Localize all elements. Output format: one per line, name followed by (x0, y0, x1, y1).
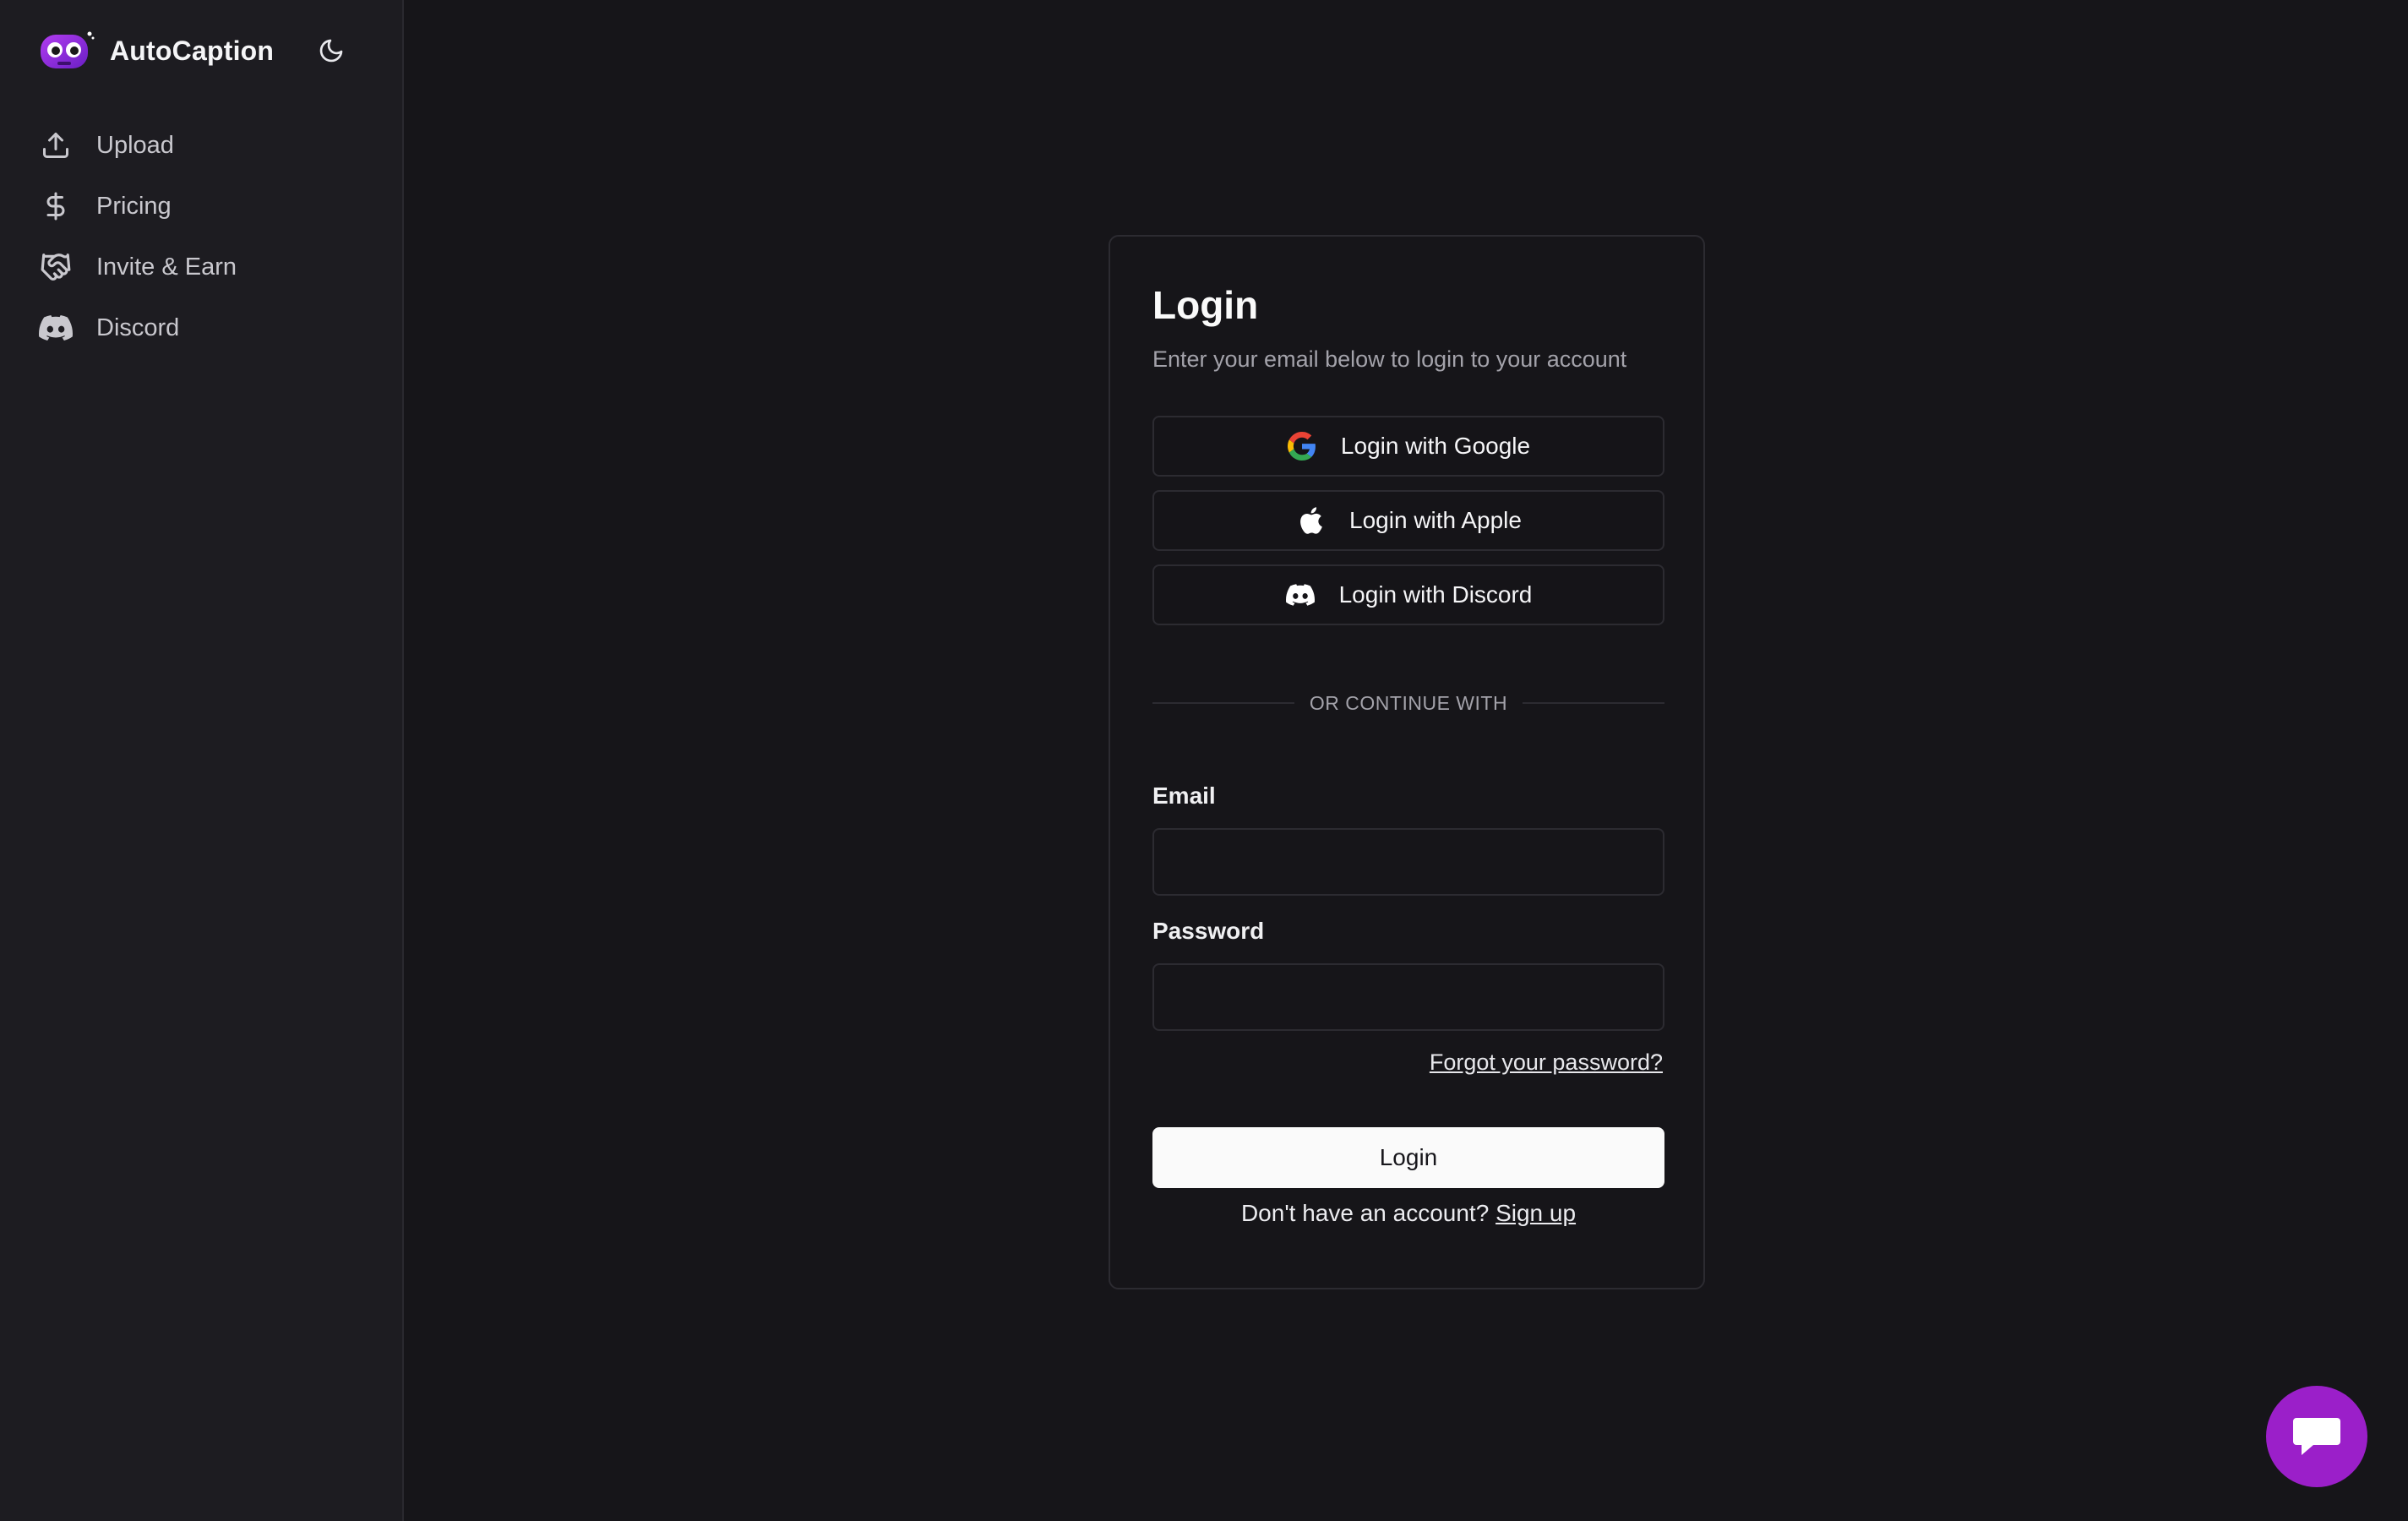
divider-text: OR CONTINUE WITH (1309, 691, 1508, 714)
signup-prompt: Don't have an account? (1240, 1200, 1490, 1226)
dollar-icon (39, 189, 73, 223)
apple-icon (1295, 505, 1326, 536)
sidebar-item-upload[interactable]: Upload (39, 115, 377, 176)
autocaption-logo-icon (41, 31, 95, 68)
google-icon (1287, 431, 1317, 461)
login-with-apple-button[interactable]: Login with Apple (1152, 490, 1664, 551)
login-title: Login (1152, 283, 1259, 327)
divider-line (1523, 702, 1664, 704)
brand[interactable]: AutoCaption (39, 27, 360, 74)
signup-row: Don't have an account? Sign up (1152, 1200, 1664, 1227)
sidebar-item-discord[interactable]: Discord (39, 297, 377, 358)
password-label: Password (1152, 918, 1265, 944)
sidebar-item-pricing[interactable]: Pricing (39, 176, 377, 237)
apple-button-label: Login with Apple (1349, 507, 1522, 533)
signup-link[interactable]: Sign up (1495, 1200, 1576, 1226)
sidebar-item-invite-earn[interactable]: Invite & Earn (39, 237, 377, 297)
sidebar-nav: Upload Pricing Invite & Earn Discord (39, 115, 377, 358)
sidebar-item-label: Upload (96, 131, 174, 159)
email-field[interactable] (1152, 828, 1664, 896)
forgot-password-link[interactable]: Forgot your password? (1430, 1049, 1663, 1076)
moon-icon (319, 39, 343, 63)
upload-icon (39, 128, 73, 162)
handshake-icon (39, 250, 73, 284)
login-with-google-button[interactable]: Login with Google (1152, 416, 1664, 477)
discord-icon (1285, 580, 1316, 610)
app-name: AutoCaption (110, 35, 275, 66)
app-root: AutoCaption Upload Pricing Invite & Earn… (0, 0, 2408, 1521)
login-with-discord-button[interactable]: Login with Discord (1152, 564, 1664, 625)
sidebar: AutoCaption Upload Pricing Invite & Earn… (0, 0, 404, 1521)
sidebar-item-label: Discord (96, 313, 180, 341)
discord-icon (39, 311, 73, 345)
password-field[interactable] (1152, 963, 1664, 1031)
chat-icon (2293, 1418, 2340, 1455)
email-label: Email (1152, 782, 1216, 809)
sidebar-item-label: Pricing (96, 192, 172, 220)
discord-button-label: Login with Discord (1338, 581, 1533, 608)
theme-toggle-button[interactable] (314, 34, 348, 68)
login-card: Login Enter your email below to login to… (1109, 235, 1705, 1289)
divider-line (1152, 702, 1294, 704)
google-button-label: Login with Google (1340, 433, 1531, 459)
chat-button[interactable] (2266, 1386, 2367, 1487)
sidebar-item-label: Invite & Earn (96, 253, 237, 281)
login-subtitle: Enter your email below to login to your … (1152, 346, 1627, 372)
or-divider: OR CONTINUE WITH (1152, 688, 1664, 718)
login-submit-button[interactable]: Login (1152, 1127, 1664, 1188)
